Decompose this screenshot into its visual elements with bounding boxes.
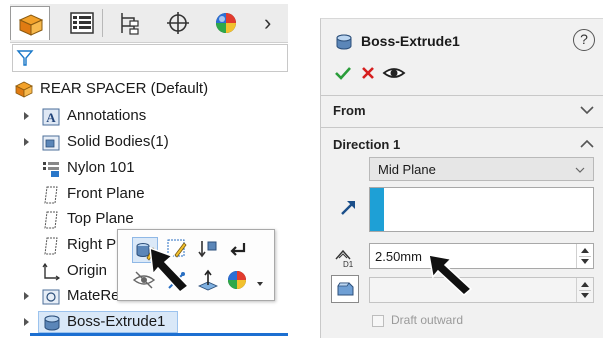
chevron-down-icon — [575, 167, 585, 173]
appearance-button[interactable] — [226, 268, 252, 294]
tree-filter-bar[interactable] — [12, 44, 288, 72]
pointer-arrow-icon — [149, 246, 190, 294]
spin-down-icon[interactable] — [581, 293, 589, 298]
tab-divider — [102, 9, 103, 37]
ok-checkmark-icon[interactable] — [334, 65, 352, 81]
tab-property-manager[interactable] — [62, 6, 102, 40]
direction-selection-box[interactable] — [369, 187, 594, 232]
spin-up-icon[interactable] — [581, 248, 589, 253]
plane-icon — [44, 237, 58, 255]
expand-caret-icon[interactable] — [24, 292, 29, 300]
tree-item-label: Annotations — [67, 107, 147, 124]
section-direction1-label: Direction 1 — [333, 137, 401, 152]
dropdown-arrow-icon[interactable] — [257, 282, 263, 286]
tree-item-label: Origin — [67, 262, 108, 279]
end-condition-value: Mid Plane — [378, 162, 436, 177]
draft-icon — [337, 282, 354, 296]
solid-bodies-folder-icon — [42, 135, 60, 151]
depth-input[interactable]: 2.50mm — [369, 243, 594, 269]
material-icon — [43, 162, 59, 177]
feature-manager-icon — [18, 14, 44, 36]
spin-up-icon[interactable] — [581, 282, 589, 287]
tree-bottom-accent — [30, 333, 288, 336]
expand-caret-icon[interactable] — [24, 138, 29, 146]
annotations-icon: A — [42, 108, 60, 126]
tree-item-label: Right P — [67, 236, 117, 253]
tab-configuration-manager[interactable] — [110, 6, 150, 40]
parent-child-button[interactable] — [226, 237, 252, 263]
spin-down-icon[interactable] — [581, 259, 589, 264]
more-tabs-chevron-icon[interactable]: › — [264, 10, 271, 36]
section-from[interactable]: From — [321, 97, 603, 125]
depth-value: 2.50mm — [375, 249, 422, 264]
normal-to-icon — [198, 269, 218, 291]
boss-extrude-icon — [336, 34, 352, 50]
chevron-up-icon[interactable] — [580, 139, 594, 149]
preview-eye-icon[interactable] — [382, 64, 406, 82]
expand-caret-icon[interactable] — [24, 112, 29, 120]
boss-extrude-icon — [44, 315, 60, 331]
selection-color-strip — [370, 188, 384, 231]
tab-display-manager[interactable] — [206, 6, 246, 40]
part-icon — [15, 81, 33, 98]
dimxpert-manager-icon — [167, 12, 189, 34]
chevron-down-icon[interactable] — [580, 105, 594, 115]
normal-to-button[interactable] — [196, 268, 222, 294]
pointer-arrow-icon — [428, 254, 473, 297]
feature-manager-panel: › REAR SPACER (Default) A Annotations So… — [0, 0, 290, 337]
draft-spinner[interactable] — [576, 278, 593, 302]
tree-item-label: Solid Bodies(1) — [67, 133, 169, 150]
spin-divider — [579, 256, 591, 257]
depth-label: D1 — [343, 260, 354, 269]
tab-feature-manager[interactable] — [10, 6, 50, 40]
draft-toggle-button[interactable] — [331, 275, 359, 303]
rollback-button[interactable] — [196, 237, 222, 263]
tab-dimxpert-manager[interactable] — [158, 6, 198, 40]
property-manager-panel: Boss-Extrude1 ? From Direction 1 Mid Pla… — [320, 18, 603, 338]
tree-item-label: Boss-Extrude1 — [67, 313, 166, 330]
property-manager-icon — [70, 12, 94, 34]
reverse-direction-icon[interactable] — [339, 197, 359, 217]
tree-item-label: Nylon 101 — [67, 159, 135, 176]
draft-outward-label: Draft outward — [391, 313, 464, 327]
configuration-manager-icon — [121, 13, 139, 35]
plane-icon — [44, 211, 58, 229]
tree-root-label: REAR SPACER (Default) — [40, 80, 209, 97]
divider — [321, 127, 603, 128]
appearance-ball-icon — [228, 271, 246, 289]
mate-references-icon — [42, 289, 60, 305]
draft-angle-input[interactable] — [369, 277, 594, 303]
section-direction1[interactable]: Direction 1 — [321, 131, 603, 159]
rollback-icon — [198, 241, 217, 258]
origin-icon — [42, 262, 61, 281]
divider — [321, 95, 603, 96]
spin-divider — [579, 290, 591, 291]
depth-spinner[interactable] — [576, 244, 593, 268]
tree-item-label: Front Plane — [67, 185, 145, 202]
draft-outward-checkbox[interactable] — [372, 315, 384, 327]
filter-funnel-icon[interactable] — [16, 49, 34, 67]
cancel-x-icon[interactable] — [360, 65, 376, 81]
expand-caret-icon[interactable] — [24, 318, 29, 326]
svg-text:A: A — [46, 110, 56, 125]
help-icon: ? — [580, 31, 588, 47]
arrow-back-icon — [230, 243, 246, 256]
end-condition-select[interactable]: Mid Plane — [369, 157, 594, 181]
feature-title: Boss-Extrude1 — [361, 33, 460, 49]
display-manager-icon — [216, 13, 236, 33]
help-button[interactable]: ? — [573, 29, 595, 51]
manager-tab-bar: › — [10, 4, 288, 43]
plane-icon — [44, 186, 58, 204]
tree-item-label: Top Plane — [67, 210, 134, 227]
section-from-label: From — [333, 103, 366, 118]
